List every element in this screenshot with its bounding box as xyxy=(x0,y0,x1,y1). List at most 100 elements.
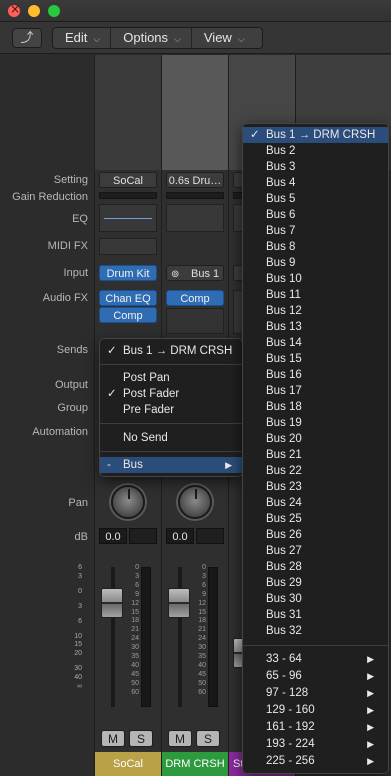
fader-scale-left: 63 03 6 10 15 20 30 40 ∞ xyxy=(74,564,82,691)
bus-menu-item[interactable]: Bus 23 xyxy=(243,479,388,495)
bus-menu-item[interactable]: Bus 6 xyxy=(243,207,388,223)
bus-menu-item[interactable]: Bus 30 xyxy=(243,591,388,607)
audio-fx-slot-1[interactable]: Chan EQ xyxy=(99,290,157,306)
bus-menu-item[interactable]: ✓ Bus 1 → DRM CRSH xyxy=(243,127,388,143)
menu-separator xyxy=(100,364,242,365)
bus-menu-item[interactable]: Bus 2 xyxy=(243,143,388,159)
meter-scale: 036 9 12 15 18 21 24 30 35 40 45 50 60 xyxy=(131,564,139,696)
bus-submenu: ✓ Bus 1 → DRM CRSH Bus 2 Bus 3 Bus 4 Bus 5 Bus… xyxy=(242,123,389,774)
volume-fader[interactable] xyxy=(101,588,123,618)
mute-button[interactable]: M xyxy=(168,730,192,747)
bus-menu-item[interactable]: Bus 20 xyxy=(243,431,388,447)
submenu-arrow-icon: ▶ xyxy=(367,722,374,732)
volume-fader[interactable] xyxy=(168,588,190,618)
bus-menu-item[interactable]: Bus 25 xyxy=(243,511,388,527)
input-button[interactable]: ⊚ Bus 1 xyxy=(166,265,224,281)
peak-readout xyxy=(129,528,157,544)
close-window-button[interactable] xyxy=(8,2,20,17)
bus-menu-item[interactable]: Bus 7 xyxy=(243,223,388,239)
bus-menu-item[interactable]: Bus 5 xyxy=(243,191,388,207)
submenu-arrow-icon: ▶ xyxy=(367,688,374,698)
row-labels-column: Setting Gain Reduction EQ MIDI FX Input … xyxy=(0,55,94,776)
bus-menu-item[interactable]: Bus 18 xyxy=(243,399,388,415)
mute-button[interactable]: M xyxy=(101,730,125,747)
submenu-arrow-icon: ▶ xyxy=(367,654,374,664)
bus-menu-item[interactable]: Bus 4 xyxy=(243,175,388,191)
setting-button[interactable]: SoCal xyxy=(99,172,157,188)
bus-menu-item[interactable]: Bus 9 xyxy=(243,255,388,271)
options-menu[interactable]: Options ⌵ xyxy=(111,28,192,48)
bus-range-item[interactable]: 193 - 224 ▶ xyxy=(243,736,388,752)
mixer-menubar: Edit ⌵ Options ⌵ View ⌵ xyxy=(52,27,263,49)
bus-menu-item[interactable]: Bus 17 xyxy=(243,383,388,399)
label-automation: Automation xyxy=(32,426,88,438)
label-sends: Sends xyxy=(56,344,88,356)
bus-menu-item[interactable]: Bus 27 xyxy=(243,543,388,559)
minimize-window-button[interactable] xyxy=(28,5,40,17)
link-icon: ⊚ xyxy=(171,269,180,280)
label-setting: Setting xyxy=(53,174,88,186)
audio-fx-empty-slot[interactable] xyxy=(166,308,224,334)
bus-menu-item[interactable]: Bus 14 xyxy=(243,335,388,351)
bus-menu-item[interactable]: Bus 29 xyxy=(243,575,388,591)
solo-button[interactable]: S xyxy=(129,730,153,747)
setting-button[interactable]: 0.6s Dru… xyxy=(166,172,224,188)
label-pan: Pan xyxy=(68,497,88,509)
track-name-socal[interactable]: SoCal xyxy=(95,752,161,776)
menu-item-current-send[interactable]: ✓ Bus 1 → DRM CRSH xyxy=(100,343,242,359)
bus-menu-item[interactable]: Bus 22 xyxy=(243,463,388,479)
eq-thumbnail[interactable] xyxy=(166,204,224,232)
midi-fx-slot[interactable] xyxy=(99,238,157,255)
bus-menu-item[interactable]: Bus 26 xyxy=(243,527,388,543)
strip-header xyxy=(162,55,228,170)
eq-curve xyxy=(104,218,152,219)
bus-menu-item[interactable]: Bus 21 xyxy=(243,447,388,463)
bus-range-item[interactable]: 225 - 256 ▶ xyxy=(243,753,388,769)
menu-item-bus[interactable]: - Bus ▶ xyxy=(100,457,242,473)
back-up-icon[interactable]: ⤴ xyxy=(12,28,42,48)
sends-popup-menu: ✓ Bus 1 → DRM CRSH Post Pan ✓ Post Fader P… xyxy=(99,338,243,477)
bus-menu-item[interactable]: Bus 10 xyxy=(243,271,388,287)
bus-menu-item[interactable]: Bus 32 xyxy=(243,623,388,639)
bus-menu-item[interactable]: Bus 8 xyxy=(243,239,388,255)
bus-menu-item[interactable]: Bus 19 xyxy=(243,415,388,431)
window-title-bar xyxy=(0,0,391,22)
bus-menu-item[interactable]: Bus 24 xyxy=(243,495,388,511)
db-readout: 0.0 xyxy=(99,528,157,544)
audio-fx-slot-2[interactable]: Comp xyxy=(99,307,157,323)
input-button[interactable]: Drum Kit xyxy=(99,265,157,281)
bus-range-item[interactable]: 65 - 96 ▶ xyxy=(243,668,388,684)
zoom-window-button[interactable] xyxy=(48,5,60,17)
menu-item-pre-fader[interactable]: Pre Fader xyxy=(100,402,242,418)
pan-knob[interactable] xyxy=(111,485,145,519)
menu-item-no-send[interactable]: No Send xyxy=(100,430,242,446)
pan-knob[interactable] xyxy=(178,485,212,519)
bus-menu-item[interactable]: Bus 12 xyxy=(243,303,388,319)
level-meter xyxy=(208,567,218,707)
bus-menu-item[interactable]: Bus 3 xyxy=(243,159,388,175)
bus-range-item[interactable]: 129 - 160 ▶ xyxy=(243,702,388,718)
label-gain-reduction: Gain Reduction xyxy=(12,191,88,203)
bus-menu-item[interactable]: Bus 11 xyxy=(243,287,388,303)
eq-thumbnail[interactable] xyxy=(99,204,157,232)
view-menu[interactable]: View ⌵ xyxy=(192,28,255,48)
bus-range-item[interactable]: 97 - 128 ▶ xyxy=(243,685,388,701)
bus-menu-item[interactable]: Bus 28 xyxy=(243,559,388,575)
bus-menu-item[interactable]: Bus 31 xyxy=(243,607,388,623)
menu-item-post-fader[interactable]: ✓ Post Fader xyxy=(100,386,242,402)
label-midi-fx: MIDI FX xyxy=(47,240,88,252)
menu-item-post-pan[interactable]: Post Pan xyxy=(100,370,242,386)
solo-button[interactable]: S xyxy=(196,730,220,747)
chevron-down-icon: ⌵ xyxy=(93,34,101,44)
bus-menu-item[interactable]: Bus 16 xyxy=(243,367,388,383)
meter-scale: 036 9 12 15 18 21 24 30 35 40 45 50 60 xyxy=(198,564,206,696)
track-name-drm-crsh[interactable]: DRM CRSH xyxy=(162,752,228,776)
bus-menu-item[interactable]: Bus 15 xyxy=(243,351,388,367)
bus-range-item[interactable]: 33 - 64 ▶ xyxy=(243,651,388,667)
bus-menu-item[interactable]: Bus 13 xyxy=(243,319,388,335)
edit-menu[interactable]: Edit ⌵ xyxy=(53,28,112,48)
checkmark-icon: ✓ xyxy=(107,388,117,400)
bus-range-item[interactable]: 161 - 192 ▶ xyxy=(243,719,388,735)
label-eq: EQ xyxy=(72,213,88,225)
audio-fx-slot-1[interactable]: Comp xyxy=(166,290,224,306)
